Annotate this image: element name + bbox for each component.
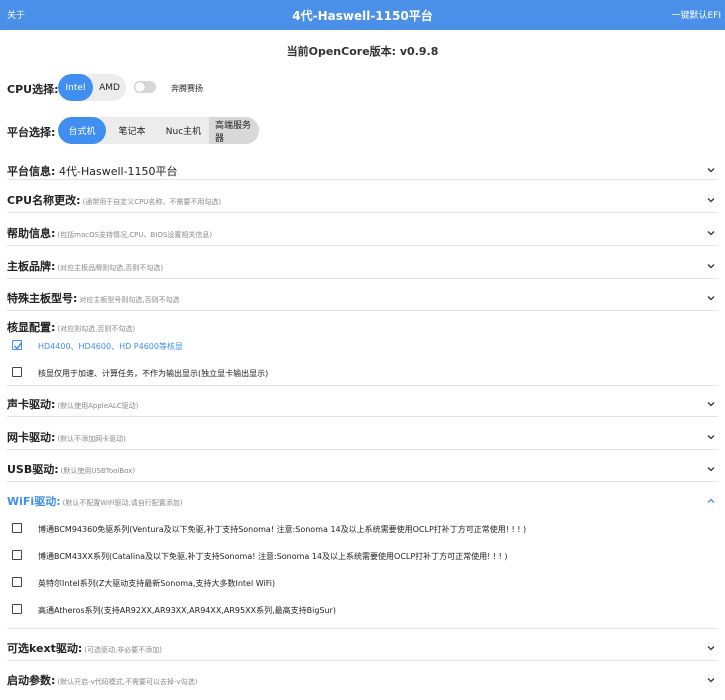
section-title: 声卡驱动: xyxy=(7,398,56,411)
chevron-down-icon xyxy=(707,645,715,651)
platform-option-server[interactable]: 高端服务器 xyxy=(209,117,259,144)
cpu-option-intel[interactable]: Intel xyxy=(58,74,93,101)
chevron-down-icon xyxy=(707,197,715,203)
section-hint: (包括macOS支持情况,CPU、BIOS设置相关信息) xyxy=(57,231,213,239)
cpu-segmented-control: Intel AMD xyxy=(58,74,126,101)
section-audio[interactable]: 声卡驱动: (默认使用AppleALC驱动) xyxy=(0,396,725,416)
igpu-checkbox-compute-only[interactable] xyxy=(12,367,22,377)
page-title: 4代-Haswell-1150平台 xyxy=(292,9,433,23)
wifi-option-label: 高通Atheros系列(支持AR92XX,AR93XX,AR94XX,AR95X… xyxy=(38,606,336,615)
section-hint: (默认使用AppleALC驱动) xyxy=(57,402,139,410)
divider xyxy=(7,416,718,417)
section-hint: (默认不添加网卡驱动) xyxy=(57,435,126,443)
igpu-option-label: 核显仅用于加速、计算任务，不作为输出显示(独立显卡输出显示) xyxy=(38,369,269,378)
section-igpu[interactable]: 核显配置: (对应则勾选,否则不勾选) xyxy=(0,319,725,339)
chevron-down-icon xyxy=(707,466,715,472)
section-title: 主板品牌: xyxy=(7,260,56,273)
chevron-down-icon xyxy=(707,295,715,301)
section-title: WiFi驱动: xyxy=(7,495,61,508)
divider xyxy=(7,481,718,482)
section-hint: (可选驱动,非必要不添加) xyxy=(84,646,162,654)
platform-option-nuc[interactable]: Nuc主机 xyxy=(158,117,209,144)
top-bar: 关于 4代-Haswell-1150平台 一键默认EFI xyxy=(0,0,725,30)
chevron-down-icon[interactable] xyxy=(707,167,715,173)
section-title: 网卡驱动: xyxy=(7,431,56,444)
pentium-celeron-label: 奔腾赛扬 xyxy=(171,84,203,93)
divider xyxy=(7,212,718,213)
platform-info-label: 平台信息: xyxy=(7,165,56,178)
section-hint: (对应则勾选,否则不勾选) xyxy=(57,325,136,333)
chevron-down-icon xyxy=(707,677,715,683)
section-hint: (通常用于自定义CPU名称，不需要不用勾选) xyxy=(82,198,222,206)
chevron-down-icon xyxy=(707,401,715,407)
section-boot-args[interactable]: 启动参数: (默认开启-v代码模式,不需要可以去掉-v勾选) xyxy=(0,672,725,692)
section-hint: (默认使用USBToolBox) xyxy=(60,467,136,475)
opencore-version: 当前OpenCore版本: v0.9.8 xyxy=(286,45,439,58)
platform-segmented-control: 台式机 笔记本 Nuc主机 高端服务器 xyxy=(58,117,259,144)
divider xyxy=(7,385,718,386)
divider xyxy=(7,660,718,661)
wifi-option-label: 英特尔Intel系列(Z大驱动支持最新Sonoma,支持大多数Intel WiF… xyxy=(38,579,276,588)
section-title: 特殊主板型号: xyxy=(7,292,78,305)
wifi-checkbox-intel[interactable] xyxy=(12,577,22,587)
platform-option-laptop[interactable]: 笔记本 xyxy=(106,117,158,144)
divider xyxy=(7,245,718,246)
divider xyxy=(7,278,718,279)
chevron-down-icon xyxy=(707,434,715,440)
cpu-label: CPU选择: xyxy=(7,83,59,96)
chevron-up-icon xyxy=(707,498,715,504)
igpu-checkbox-hd4600[interactable] xyxy=(12,340,23,350)
divider xyxy=(7,310,718,311)
platform-info-select[interactable]: 4代-Haswell-1150平台 xyxy=(59,163,178,179)
section-hint: 对应主板型号则勾选,否则不勾选 xyxy=(79,296,180,304)
divider xyxy=(7,449,718,450)
section-hint: (默认不配置WiFi驱动,请自行配置添加) xyxy=(62,499,183,507)
wifi-option-label: 博通BCM43XX系列(Catalina及以下免驱,补丁支持Sonoma! 注意… xyxy=(38,552,508,561)
divider xyxy=(7,179,718,180)
section-special-board[interactable]: 特殊主板型号: 对应主板型号则勾选,否则不勾选 xyxy=(0,290,725,310)
section-wifi[interactable]: WiFi驱动: (默认不配置WiFi驱动,请自行配置添加) xyxy=(0,493,725,513)
section-title: 可选kext驱动: xyxy=(7,642,83,655)
section-title: CPU名称更改: xyxy=(7,194,81,207)
section-board-brand[interactable]: 主板品牌: (对应主板品牌则勾选,否则不勾选) xyxy=(0,258,725,278)
cpu-option-amd[interactable]: AMD xyxy=(93,74,126,101)
divider xyxy=(7,628,718,629)
wifi-checkbox-atheros[interactable] xyxy=(12,604,22,614)
wifi-checkbox-bcm43xx[interactable] xyxy=(12,550,22,560)
section-title: 核显配置: xyxy=(7,321,56,334)
section-cpu-name[interactable]: CPU名称更改: (通常用于自定义CPU名称，不需要不用勾选) xyxy=(0,192,725,212)
section-network[interactable]: 网卡驱动: (默认不添加网卡驱动) xyxy=(0,429,725,449)
section-hint: (对应主板品牌则勾选,否则不勾选) xyxy=(57,264,164,272)
chevron-down-icon xyxy=(707,263,715,269)
section-title: USB驱动: xyxy=(7,463,59,476)
platform-label: 平台选择: xyxy=(7,126,56,139)
platform-option-desktop[interactable]: 台式机 xyxy=(58,117,106,144)
igpu-option-label: HD4400、HD4600、HD P4600等核显 xyxy=(38,342,183,351)
chevron-down-icon xyxy=(707,230,715,236)
wifi-option-label: 博通BCM94360免驱系列(Ventura及以下免驱,补丁支持Sonoma! … xyxy=(38,525,527,534)
section-hint: (默认开启-v代码模式,不需要可以去掉-v勾选) xyxy=(57,678,198,686)
one-click-efi-button[interactable]: 一键默认EFI xyxy=(671,8,721,21)
section-optional-kext[interactable]: 可选kext驱动: (可选驱动,非必要不添加) xyxy=(0,640,725,660)
wifi-checkbox-bcm94360[interactable] xyxy=(12,523,22,533)
section-help[interactable]: 帮助信息: (包括macOS支持情况,CPU、BIOS设置相关信息) xyxy=(0,225,725,245)
section-title: 帮助信息: xyxy=(7,227,56,240)
pentium-celeron-toggle[interactable] xyxy=(134,81,156,93)
section-usb[interactable]: USB驱动: (默认使用USBToolBox) xyxy=(0,461,725,481)
toggle-knob xyxy=(135,82,145,92)
section-title: 启动参数: xyxy=(7,674,56,687)
